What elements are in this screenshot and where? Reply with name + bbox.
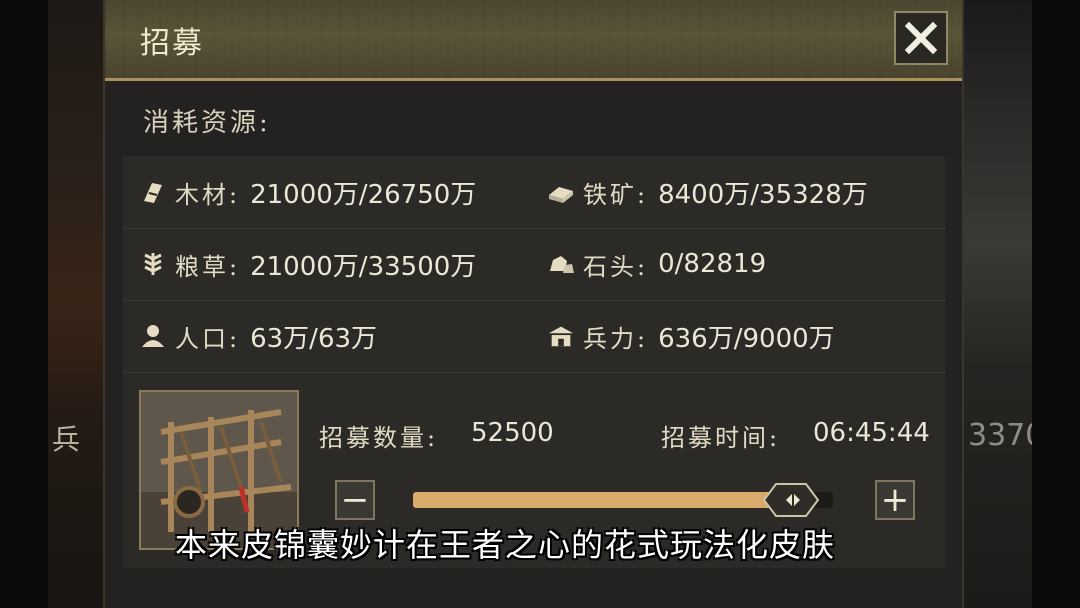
resource-wood: 木材: 21000万/26750万 bbox=[139, 156, 476, 228]
resource-grain: 粮草: 21000万/33500万 bbox=[139, 228, 476, 300]
drag-handle-icon bbox=[762, 483, 820, 517]
recruit-quantity-value: 52500 bbox=[471, 418, 554, 448]
decrease-button[interactable]: − bbox=[335, 480, 375, 520]
resource-panel: 木材: 21000万/26750万 铁矿: 8400万/35328万 粮草: 2… bbox=[123, 156, 945, 568]
resource-iron: 铁矿: 8400万/35328万 bbox=[547, 156, 868, 228]
grain-icon bbox=[139, 250, 167, 278]
slider-fill bbox=[413, 492, 791, 508]
person-icon bbox=[139, 322, 167, 350]
people-value: 63万/63万 bbox=[250, 323, 378, 354]
wood-icon bbox=[139, 178, 167, 206]
iron-label: 铁矿: bbox=[583, 180, 649, 209]
recruit-time-label: 招募时间: bbox=[661, 424, 781, 452]
close-button[interactable] bbox=[894, 11, 948, 65]
people-label: 人口: bbox=[175, 324, 241, 353]
consume-resources-label: 消耗资源: bbox=[143, 108, 271, 138]
background-left-label: 兵 bbox=[52, 423, 81, 456]
stone-value: 0/82819 bbox=[658, 249, 767, 279]
close-x-icon bbox=[904, 21, 938, 55]
wood-label: 木材: bbox=[175, 180, 241, 209]
resource-troops: 兵力: 636万/9000万 bbox=[547, 300, 835, 372]
slider-handle[interactable] bbox=[762, 481, 820, 519]
wood-value: 21000万/26750万 bbox=[250, 179, 477, 210]
dialog-title: 招募 bbox=[140, 26, 204, 61]
quantity-slider[interactable] bbox=[413, 483, 833, 517]
troops-value: 636万/9000万 bbox=[658, 323, 835, 354]
dialog-header: 招募 bbox=[105, 0, 962, 81]
recruit-time-value: 06:45:44 bbox=[813, 418, 930, 448]
video-subtitle: 本来皮锦囊妙计在王者之心的花式玩法化皮肤 bbox=[175, 526, 836, 564]
background-right-label: 3370 bbox=[968, 418, 1032, 453]
resource-row: 粮草: 21000万/33500万 石头: 0/82819 bbox=[123, 228, 945, 301]
grain-value: 21000万/33500万 bbox=[250, 251, 477, 282]
barracks-icon bbox=[547, 322, 575, 350]
header-pattern bbox=[105, 0, 962, 78]
background-right-panel bbox=[958, 0, 1032, 608]
background-left-panel bbox=[48, 0, 106, 608]
grain-label: 粮草: bbox=[175, 252, 241, 281]
resource-stone: 石头: 0/82819 bbox=[547, 228, 766, 300]
recruit-quantity-label: 招募数量: bbox=[319, 424, 439, 452]
recruit-dialog: 招募 消耗资源: 木材: 21000万/26750万 铁矿: 8400万/353… bbox=[103, 0, 964, 608]
stone-label: 石头: bbox=[583, 252, 649, 281]
increase-button[interactable]: + bbox=[875, 480, 915, 520]
resource-people: 人口: 63万/63万 bbox=[139, 300, 377, 372]
stone-icon bbox=[547, 250, 575, 278]
resource-row: 人口: 63万/63万 兵力: 636万/9000万 bbox=[123, 300, 945, 373]
iron-value: 8400万/35328万 bbox=[658, 179, 868, 210]
iron-icon bbox=[547, 178, 575, 206]
troops-label: 兵力: bbox=[583, 324, 649, 353]
resource-row: 木材: 21000万/26750万 铁矿: 8400万/35328万 bbox=[123, 156, 945, 229]
